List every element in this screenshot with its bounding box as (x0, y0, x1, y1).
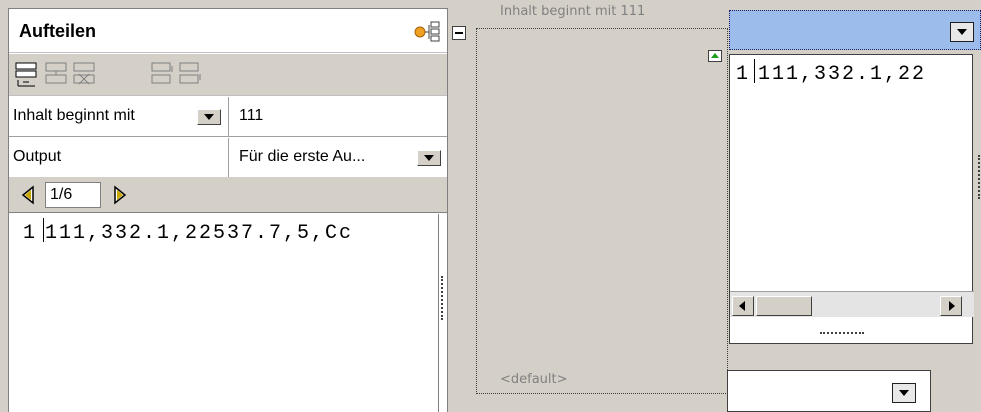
next-arrow-icon[interactable] (109, 184, 131, 206)
text-caret (754, 59, 755, 83)
sample-text-editor[interactable]: 1 111,332.1,22537.7,5,Cc (9, 214, 443, 412)
collapse-toggle[interactable] (452, 26, 466, 40)
line-number: 1 (22, 222, 37, 245)
scroll-thumb[interactable] (756, 296, 812, 316)
horizontal-scrollbar[interactable] (730, 291, 974, 317)
output-select[interactable]: Für die erste Au... (239, 148, 365, 166)
pager: 1/6 (9, 177, 447, 213)
property-label: Output (13, 148, 62, 165)
chevron-down-icon[interactable] (197, 109, 221, 125)
chevron-down-icon[interactable] (950, 22, 974, 42)
preview-line[interactable]: 111,332.1,22 (758, 63, 972, 86)
scroll-left-icon[interactable] (732, 296, 754, 316)
default-select[interactable] (727, 370, 931, 412)
page-indicator: 1/6 (45, 182, 101, 208)
divider (228, 97, 229, 137)
move-down-icon[interactable] (177, 60, 203, 88)
split-tree-icon[interactable] (413, 21, 441, 43)
resize-grip[interactable] (820, 332, 864, 336)
property-value-input[interactable]: 111 (239, 107, 263, 125)
design-section[interactable] (476, 28, 728, 394)
expand-up-icon[interactable] (708, 50, 722, 62)
previous-arrow-icon[interactable] (17, 184, 39, 206)
chevron-down-icon[interactable] (417, 150, 441, 166)
property-row-output: Output Für die erste Au... (9, 138, 447, 178)
sample-line[interactable]: 111,332.1,22537.7,5,Cc (45, 222, 435, 245)
property-row-inhalt: Inhalt beginnt mit 111 (9, 97, 447, 137)
preview-header[interactable] (729, 10, 981, 50)
property-label: Inhalt beginnt mit (13, 107, 135, 124)
chevron-down-icon[interactable] (892, 383, 916, 403)
preview-editor[interactable]: 1 111,332.1,22 (729, 54, 980, 344)
panel-toolbar (9, 54, 447, 96)
text-caret (43, 218, 44, 242)
split-panel: Aufteilen Inhalt beginnt mit 111 Output … (8, 8, 448, 412)
resize-grip[interactable] (441, 276, 445, 320)
section-label: Inhalt beginnt mit 111 (500, 4, 646, 19)
scroll-right-icon[interactable] (940, 296, 962, 316)
panel-title: Aufteilen (19, 21, 97, 41)
default-label: <default> (500, 372, 568, 387)
add-row-icon[interactable] (43, 60, 69, 88)
panel-header: Aufteilen (9, 9, 447, 53)
insert-row-icon[interactable] (13, 60, 39, 88)
move-up-icon[interactable] (149, 60, 175, 88)
divider (228, 138, 229, 178)
line-number: 1 (736, 63, 751, 86)
delete-row-icon[interactable] (71, 60, 97, 88)
